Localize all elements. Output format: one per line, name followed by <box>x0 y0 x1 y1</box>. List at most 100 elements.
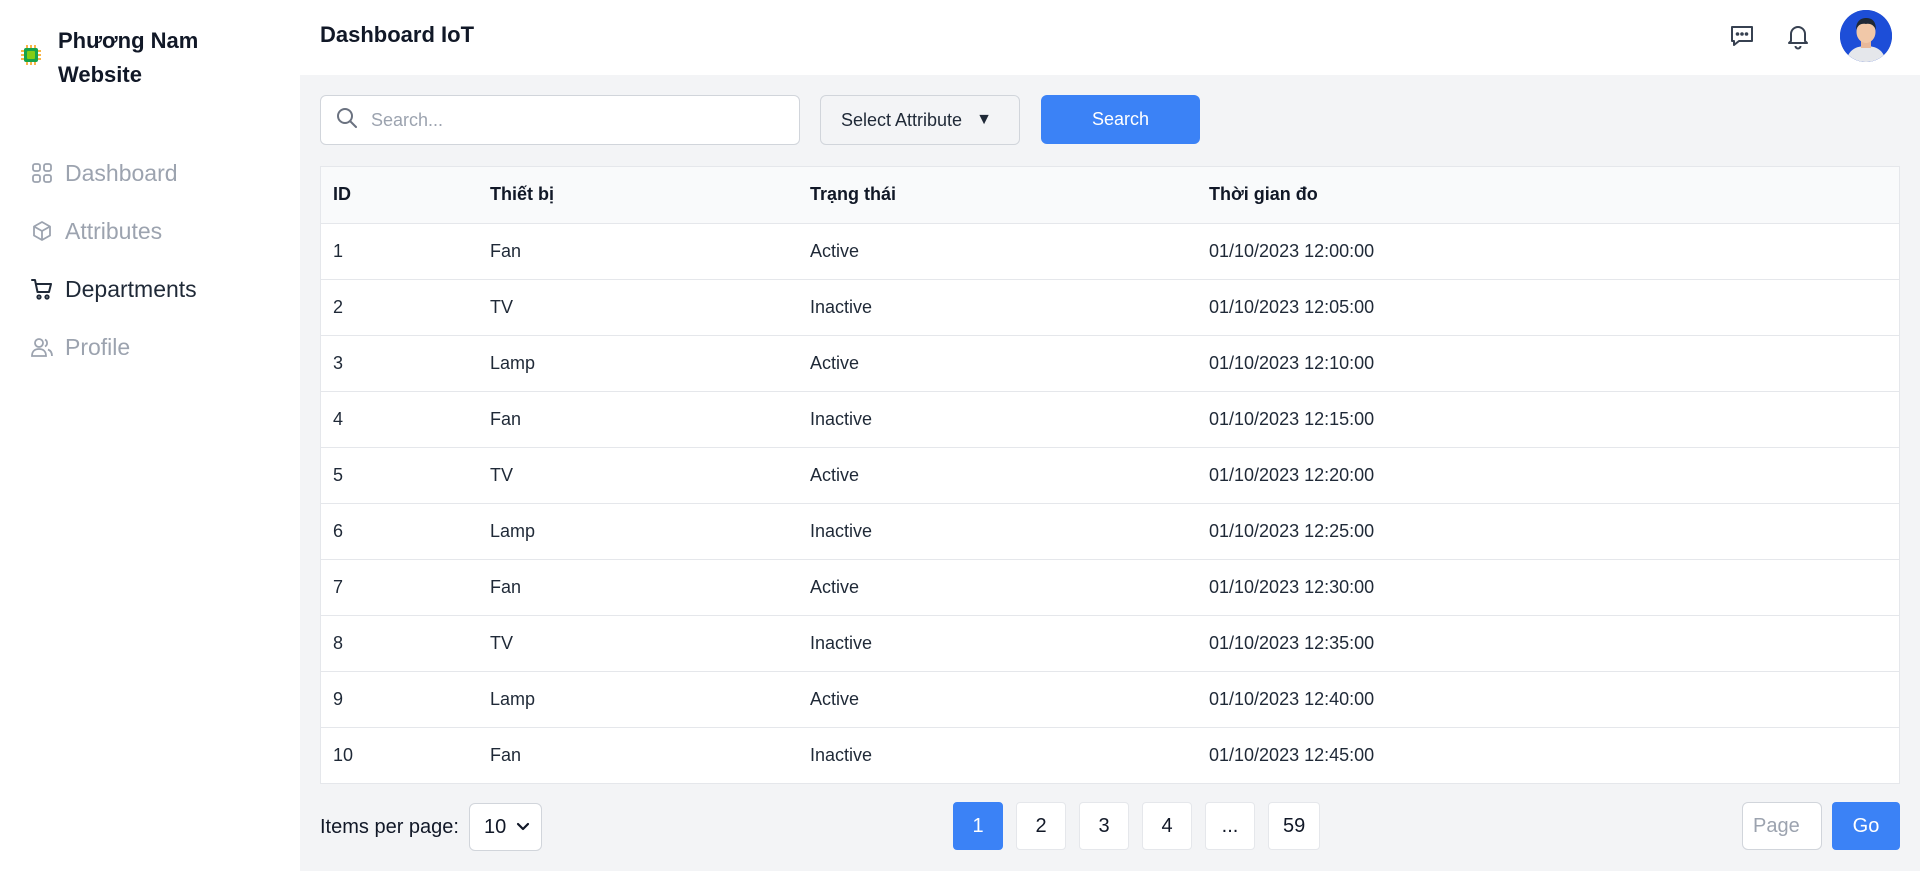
cell-device: Fan <box>478 559 798 616</box>
cell-id: 6 <box>321 503 478 560</box>
page-button[interactable]: 59 <box>1268 802 1321 850</box>
cell-device: Fan <box>478 223 798 280</box>
chip-icon <box>20 44 48 72</box>
cell-status: Active <box>798 223 1197 280</box>
top-header: Dashboard IoT <box>300 0 1920 75</box>
cell-time: 01/10/2023 12:20:00 <box>1197 447 1899 504</box>
select-attribute-dropdown[interactable]: Select Attribute ▼ <box>820 95 1020 145</box>
column-header-id[interactable]: ID <box>321 167 478 224</box>
page-button[interactable]: 2 <box>1016 802 1066 850</box>
cell-time: 01/10/2023 12:35:00 <box>1197 615 1899 672</box>
sidebar-item-label: Attributes <box>65 217 163 244</box>
cell-device: TV <box>478 615 798 672</box>
sidebar-item-profile[interactable]: Profile <box>30 332 197 362</box>
table-row[interactable]: 10 Fan Inactive 01/10/2023 12:45:00 <box>321 727 1899 783</box>
cell-status: Active <box>798 671 1197 728</box>
search-input[interactable] <box>371 109 771 131</box>
sidebar: Phương Nam Website Dashboard Attributes <box>0 0 300 871</box>
cell-time: 01/10/2023 12:45:00 <box>1209 744 1375 765</box>
cell-device: Fan <box>490 744 522 765</box>
sidebar-item-dashboard[interactable]: Dashboard <box>30 158 197 188</box>
table-row[interactable]: 4 Fan Inactive 01/10/2023 12:15:00 <box>321 391 1899 448</box>
cell-time: 01/10/2023 12:05:00 <box>1197 279 1899 336</box>
cell-id: 2 <box>321 279 478 336</box>
cell-status: Inactive <box>798 279 1197 336</box>
cell-id: 5 <box>321 447 478 504</box>
cell-id: 1 <box>321 223 478 280</box>
cell-status: Active <box>798 335 1197 392</box>
search-box[interactable] <box>320 95 800 145</box>
table-row[interactable]: 7 Fan Active 01/10/2023 12:30:00 <box>321 559 1899 616</box>
page-button[interactable]: 1 <box>953 802 1003 850</box>
table-body: 1 Fan Active 01/10/2023 12:00:00 2 TV Inactive… <box>321 223 1899 783</box>
search-icon <box>335 106 359 135</box>
table-row[interactable]: 6 Lamp Inactive 01/10/2023 12:25:00 <box>321 503 1899 560</box>
table-row[interactable]: 3 Lamp Active 01/10/2023 12:10:00 <box>321 335 1899 392</box>
sidebar-item-attributes[interactable]: Attributes <box>30 216 197 246</box>
cell-device: Lamp <box>478 503 798 560</box>
table-row[interactable]: 2 TV Inactive 01/10/2023 12:05:00 <box>321 279 1899 336</box>
goto-page-input[interactable] <box>1742 802 1822 850</box>
cell-status: Inactive <box>798 503 1197 560</box>
brand[interactable]: Phương Nam Website <box>20 24 238 92</box>
items-per-page-select[interactable]: 10 <box>468 803 542 851</box>
cell-device: TV <box>478 279 798 336</box>
table-header-row: ID Thiết bị Trạng thái Thời gian đo <box>321 167 1899 224</box>
cell-status: Active <box>798 559 1197 616</box>
column-header-device[interactable]: Thiết bị <box>478 167 798 224</box>
sidebar-item-label: Profile <box>65 333 131 360</box>
table-row[interactable]: 5 TV Active 01/10/2023 12:20:00 <box>321 447 1899 504</box>
cell-time: 01/10/2023 12:15:00 <box>1197 391 1899 448</box>
table-row[interactable]: 1 Fan Active 01/10/2023 12:00:00 <box>321 223 1899 280</box>
select-attribute-label: Select Attribute <box>841 109 963 130</box>
chevron-down-icon <box>516 819 530 835</box>
avatar[interactable] <box>1840 10 1892 62</box>
pagination: 1 2 3 4... 59 <box>953 802 1333 850</box>
brand-title: Phương Nam Website <box>58 28 199 87</box>
cell-time: 01/10/2023 12:25:00 <box>1197 503 1899 560</box>
cell-device: Fan <box>478 391 798 448</box>
page-button[interactable]: 4 <box>1142 802 1192 850</box>
grid-icon <box>30 161 54 185</box>
column-header-time[interactable]: Thời gian đo <box>1197 167 1899 224</box>
users-icon <box>30 335 54 359</box>
cell-id: 8 <box>321 615 478 672</box>
cell-time: 01/10/2023 12:30:00 <box>1197 559 1899 616</box>
sidebar-item-label: Dashboard <box>65 159 178 186</box>
cell-id: 10 <box>333 744 354 765</box>
go-button[interactable]: Go <box>1832 802 1900 850</box>
page-ellipsis[interactable]: ... <box>1205 802 1255 850</box>
cell-time: 01/10/2023 12:00:00 <box>1197 223 1899 280</box>
cell-device: TV <box>478 447 798 504</box>
table-row[interactable]: 8 TV Inactive 01/10/2023 12:35:00 <box>321 615 1899 672</box>
cell-id: 9 <box>321 671 478 728</box>
cell-time: 01/10/2023 12:40:00 <box>1197 671 1899 728</box>
cell-time: 01/10/2023 12:10:00 <box>1197 335 1899 392</box>
page-button[interactable]: 3 <box>1079 802 1129 850</box>
bell-icon[interactable] <box>1782 20 1814 52</box>
data-table: ID Thiết bị Trạng thái Thời gian đo 1 Fan… <box>320 166 1900 784</box>
cell-status: Inactive <box>798 615 1197 672</box>
items-per-page: Items per page: 10 <box>320 803 542 851</box>
items-per-page-value: 10 <box>483 815 507 838</box>
cell-status: Active <box>798 447 1197 504</box>
cube-icon <box>30 219 54 243</box>
cell-id: 7 <box>321 559 478 616</box>
cell-status: Inactive <box>798 391 1197 448</box>
caret-down-icon: ▼ <box>976 111 992 128</box>
column-header-status[interactable]: Trạng thái <box>798 167 1197 224</box>
cart-icon <box>30 277 54 301</box>
cell-device: Lamp <box>478 335 798 392</box>
search-button[interactable]: Search <box>1041 95 1200 144</box>
cell-device: Lamp <box>478 671 798 728</box>
sidebar-item-label: Departments <box>65 275 197 302</box>
main-content: Select Attribute ▼ Search ID Thiết bị Tr… <box>300 75 1920 871</box>
cell-id: 4 <box>321 391 478 448</box>
items-per-page-label: Items per page: <box>320 815 459 838</box>
table-row[interactable]: 9 Lamp Active 01/10/2023 12:40:00 <box>321 671 1899 728</box>
sidebar-item-departments[interactable]: Departments <box>30 274 197 304</box>
chat-icon[interactable] <box>1726 20 1758 52</box>
sidebar-nav: Dashboard Attributes Departments Profile <box>30 158 197 390</box>
page-title: Dashboard IoT <box>320 22 475 47</box>
cell-id: 3 <box>321 335 478 392</box>
